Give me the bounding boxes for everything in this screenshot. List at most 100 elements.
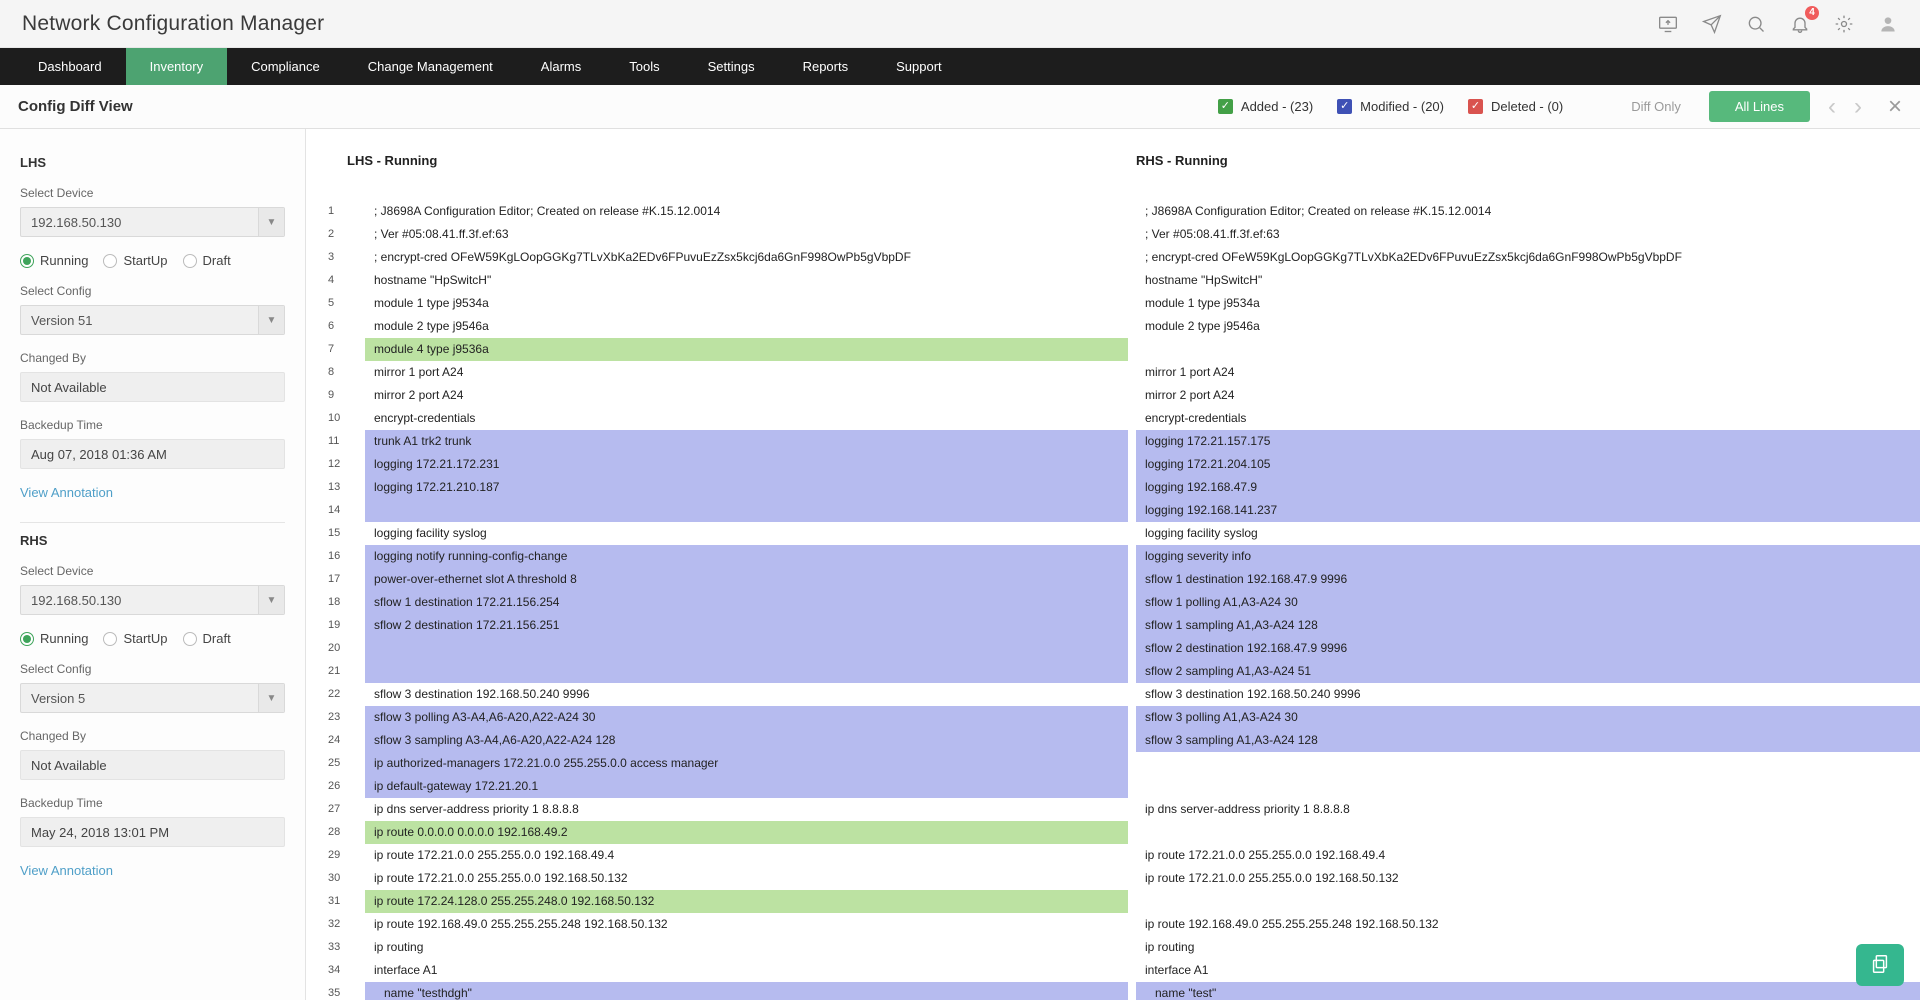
rhs-device-select[interactable]: 192.168.50.130 ▼ [20,585,285,615]
chevron-down-icon: ▼ [258,586,284,614]
column-gap [1128,591,1136,614]
line-number: 8 [306,361,365,384]
all-lines-button[interactable]: All Lines [1709,91,1810,122]
nav-tab-dashboard[interactable]: Dashboard [14,48,126,85]
rhs-diff-cell [1136,775,1920,798]
diff-row: 12logging 172.21.172.231logging 172.21.2… [306,453,1920,476]
search-icon[interactable] [1746,14,1766,34]
filter-added[interactable]: ✓Added - (23) [1218,99,1313,114]
rhs-column-header: RHS - Running [1136,153,1920,168]
rhs-diff-cell: mirror 2 port A24 [1136,384,1920,407]
column-gap [1128,384,1136,407]
rhs-diff-cell: interface A1 [1136,959,1920,982]
lhs-diff-cell: sflow 3 polling A3-A4,A6-A20,A22-A24 30 [365,706,1128,729]
lhs-diff-cell: trunk A1 trk2 trunk [365,430,1128,453]
lhs-diff-cell: sflow 1 destination 172.21.156.254 [365,591,1128,614]
rhs-radio-draft[interactable]: Draft [183,631,231,646]
line-number: 14 [306,499,365,522]
line-number: 31 [306,890,365,913]
lhs-view-annotation-link[interactable]: View Annotation [20,485,113,500]
screen-share-icon[interactable] [1658,14,1678,34]
filter-label: Deleted - (0) [1491,99,1563,114]
lhs-backedup-time-label: Backedup Time [20,418,285,432]
close-icon[interactable]: × [1888,95,1902,119]
radio-label: Draft [203,631,231,646]
pages-fab-button[interactable] [1856,944,1904,986]
lhs-device-select[interactable]: 192.168.50.130 ▼ [20,207,285,237]
column-gap [1128,545,1136,568]
rhs-config-select[interactable]: Version 5 ▼ [20,683,285,713]
lhs-config-select[interactable]: Version 51 ▼ [20,305,285,335]
notifications-bell-icon[interactable]: 4 [1790,14,1810,34]
rhs-radio-running[interactable]: Running [20,631,88,646]
rhs-select-device-label: Select Device [20,564,285,578]
filter-modified[interactable]: ✓Modified - (20) [1337,99,1444,114]
checkbox-checked-icon[interactable]: ✓ [1337,99,1352,114]
nav-tab-settings[interactable]: Settings [684,48,779,85]
column-gap [1128,959,1136,982]
chevron-down-icon: ▼ [258,306,284,334]
nav-tab-alarms[interactable]: Alarms [517,48,605,85]
lhs-section: LHS Select Device 192.168.50.130 ▼ Runni… [20,155,285,502]
nav-tab-reports[interactable]: Reports [779,48,873,85]
line-number: 20 [306,637,365,660]
lhs-device-value: 192.168.50.130 [21,215,131,230]
lhs-diff-cell: module 1 type j9534a [365,292,1128,315]
column-gap [1128,568,1136,591]
rhs-diff-cell: ; encrypt-cred OFeW59KgLOopGGKg7TLvXbKa2… [1136,246,1920,269]
diff-sidebar: LHS Select Device 192.168.50.130 ▼ Runni… [0,129,306,1000]
lhs-radio-running[interactable]: Running [20,253,88,268]
lhs-config-type-radios: Running StartUp Draft [20,253,285,268]
paper-plane-icon[interactable] [1702,14,1722,34]
diff-row: 9mirror 2 port A24mirror 2 port A24 [306,384,1920,407]
page-title: Config Diff View [18,98,133,115]
rhs-diff-cell: sflow 3 destination 192.168.50.240 9996 [1136,683,1920,706]
column-gap [1128,729,1136,752]
checkbox-checked-icon[interactable]: ✓ [1468,99,1483,114]
rhs-diff-cell: sflow 1 sampling A1,A3-A24 128 [1136,614,1920,637]
lhs-changed-by-value: Not Available [20,372,285,402]
diff-row: 21sflow 2 sampling A1,A3-A24 51 [306,660,1920,683]
lhs-column-header: LHS - Running [306,153,1136,168]
lhs-radio-draft[interactable]: Draft [183,253,231,268]
diff-row: 17power-over-ethernet slot A threshold 8… [306,568,1920,591]
diff-only-button[interactable]: Diff Only [1621,92,1691,121]
radio-label: StartUp [123,631,167,646]
nav-tab-inventory[interactable]: Inventory [126,48,227,85]
radio-dot [183,632,197,646]
line-number: 12 [306,453,365,476]
line-number: 3 [306,246,365,269]
rhs-view-annotation-link[interactable]: View Annotation [20,863,113,878]
user-avatar-icon[interactable] [1878,14,1898,34]
diff-row: 30ip route 172.21.0.0 255.255.0.0 192.16… [306,867,1920,890]
checkbox-checked-icon[interactable]: ✓ [1218,99,1233,114]
rhs-diff-cell: ; Ver #05:08.41.ff.3f.ef:63 [1136,223,1920,246]
rhs-diff-cell: logging facility syslog [1136,522,1920,545]
nav-tab-change-management[interactable]: Change Management [344,48,517,85]
nav-tab-support[interactable]: Support [872,48,966,85]
diff-row: 4hostname "HpSwitcH"hostname "HpSwitcH" [306,269,1920,292]
line-number: 2 [306,223,365,246]
lhs-radio-startup[interactable]: StartUp [103,253,167,268]
gear-icon[interactable] [1834,14,1854,34]
column-gap [1128,683,1136,706]
line-number: 18 [306,591,365,614]
diff-row: 33ip routingip routing [306,936,1920,959]
filter-deleted[interactable]: ✓ Deleted - (0) [1468,99,1563,114]
diff-row: 24sflow 3 sampling A3-A4,A6-A20,A22-A24 … [306,729,1920,752]
rhs-radio-startup[interactable]: StartUp [103,631,167,646]
radio-dot [183,254,197,268]
lhs-diff-cell: mirror 2 port A24 [365,384,1128,407]
lhs-backedup-time-value: Aug 07, 2018 01:36 AM [20,439,285,469]
next-diff-chevron-icon[interactable]: › [1854,95,1862,119]
radio-dot [20,632,34,646]
nav-tab-compliance[interactable]: Compliance [227,48,344,85]
diff-row: 5module 1 type j9534amodule 1 type j9534… [306,292,1920,315]
rhs-diff-cell: logging 172.21.157.175 [1136,430,1920,453]
lhs-diff-cell: ip dns server-address priority 1 8.8.8.8 [365,798,1128,821]
nav-tab-tools[interactable]: Tools [605,48,683,85]
lhs-diff-cell: ip routing [365,936,1128,959]
rhs-diff-cell: hostname "HpSwitcH" [1136,269,1920,292]
rhs-diff-cell: ip route 172.21.0.0 255.255.0.0 192.168.… [1136,844,1920,867]
prev-diff-chevron-icon[interactable]: ‹ [1828,95,1836,119]
